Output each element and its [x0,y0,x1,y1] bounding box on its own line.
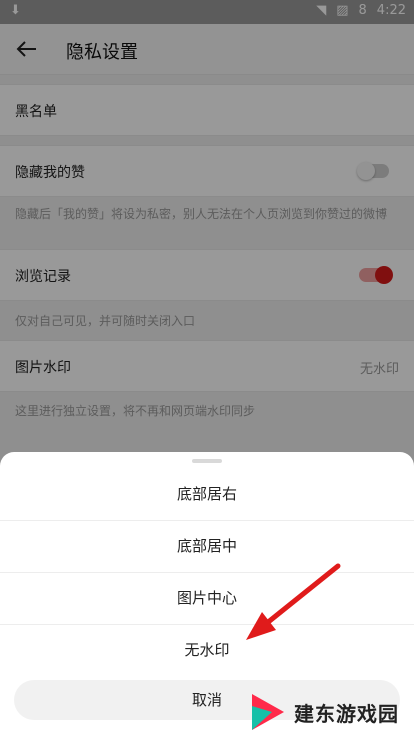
option-no-watermark[interactable]: 无水印 [0,624,414,676]
triangle-logo-icon [252,694,284,730]
drag-handle[interactable] [192,459,222,463]
option-image-center[interactable]: 图片中心 [0,572,414,625]
option-bottom-center[interactable]: 底部居中 [0,520,414,573]
watermark-text: 建东游戏园 [294,701,399,726]
option-bottom-right[interactable]: 底部居右 [0,468,414,521]
site-watermark: 建东游戏园 [250,688,410,736]
